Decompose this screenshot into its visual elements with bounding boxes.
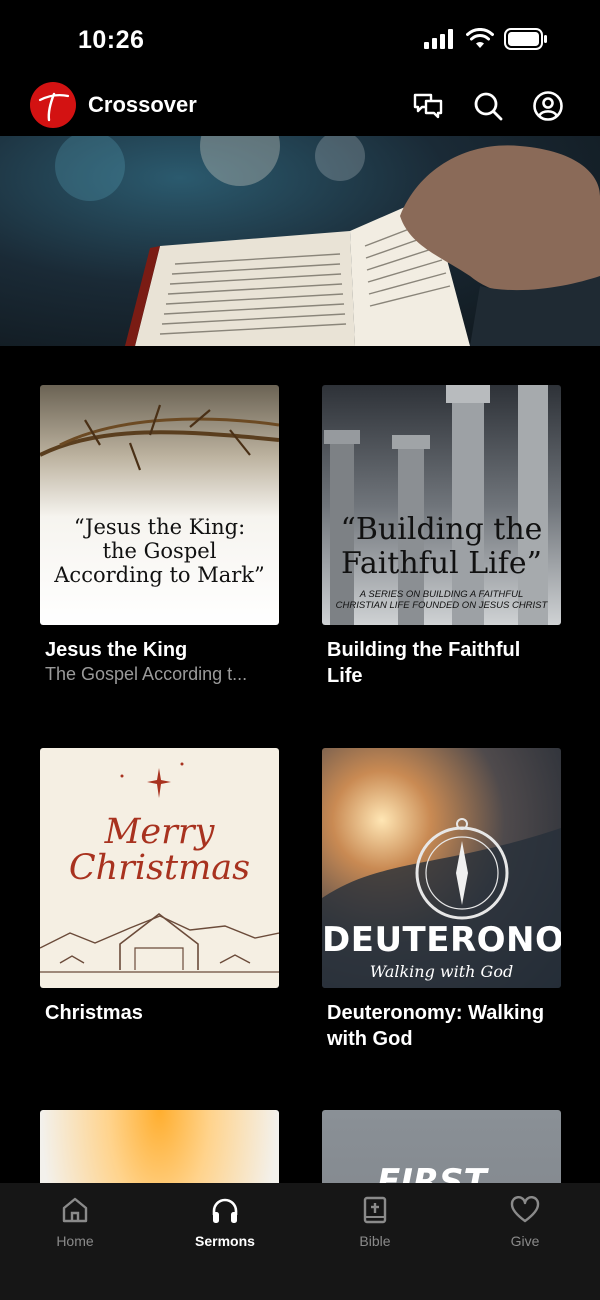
- sermon-title: Building the Faithful Life: [327, 639, 521, 687]
- tab-home[interactable]: Home: [20, 1195, 130, 1249]
- sermon-subtitle: The Gospel According t...: [45, 664, 248, 684]
- sermon-title: Jesus the King: [45, 639, 188, 661]
- artwork-caption: A SERIES ON BUILDING A FAITHFUL CHRISTIA…: [322, 589, 561, 611]
- sermon-title: Christmas: [45, 1002, 143, 1024]
- status-icons: [424, 28, 548, 50]
- artwork-line: According to Mark”: [54, 563, 265, 587]
- wifi-icon: [466, 28, 494, 48]
- artwork-text: Merry Christmas: [40, 814, 279, 886]
- artwork-line: “Jesus the King:: [73, 515, 246, 539]
- sermon-artwork: “Jesus the King: the Gospel According to…: [40, 385, 279, 625]
- sermon-artwork: Merry Christmas: [40, 748, 279, 988]
- sermon-artwork: “Building the Faithful Life” A SERIES ON…: [322, 385, 561, 625]
- status-bar: 10:26: [0, 0, 600, 78]
- artwork-line: “Building the: [340, 512, 543, 547]
- tab-bar: Home Sermons Bible Give: [0, 1183, 600, 1300]
- status-time: 10:26: [78, 26, 145, 54]
- tab-bible[interactable]: Bible: [320, 1195, 430, 1249]
- profile-icon: [533, 91, 563, 121]
- tab-label: Bible: [359, 1233, 391, 1249]
- open-bible-image: [55, 136, 600, 346]
- app-title: Crossover: [88, 92, 197, 117]
- cellular-signal-icon: [424, 29, 453, 49]
- artwork-caption-line: A SERIES ON BUILDING A FAITHFUL: [359, 589, 524, 600]
- tab-sermons[interactable]: Sermons: [170, 1195, 280, 1249]
- artwork-text: “Building the Faithful Life”: [322, 513, 561, 581]
- heart-icon: [510, 1196, 540, 1223]
- app-header: Crossover: [0, 78, 600, 136]
- home-icon: [62, 1197, 88, 1223]
- header-actions: [412, 90, 564, 122]
- chat-button[interactable]: [412, 90, 444, 122]
- sermon-card[interactable]: DEUTERONOMY Walking with God Deuteronomy…: [322, 748, 561, 1052]
- crown-of-thorns-image: [40, 404, 279, 471]
- artwork-caption-line: CHRISTIAN LIFE FOUNDED ON JESUS CHRIST: [335, 600, 548, 611]
- tab-label: Give: [510, 1233, 540, 1249]
- tab-label: Sermons: [195, 1233, 255, 1249]
- tab-label: Home: [56, 1233, 94, 1249]
- artwork-script: Walking with God: [369, 962, 514, 981]
- headphones-icon: [212, 1198, 238, 1223]
- artwork-line: Christmas: [68, 848, 251, 888]
- search-icon: [474, 92, 503, 121]
- artwork-line: the Gospel: [102, 539, 217, 563]
- artwork-text: “Jesus the King: the Gospel According to…: [40, 515, 279, 587]
- sermon-title: Deuteronomy: Walking with God: [327, 1002, 545, 1050]
- profile-button[interactable]: [532, 90, 564, 122]
- artwork-text: DEUTERONOMY: [322, 920, 561, 960]
- sermon-card[interactable]: “Jesus the King: the Gospel According to…: [40, 385, 279, 685]
- sermon-card[interactable]: “Building the Faithful Life” A SERIES ON…: [322, 385, 561, 689]
- artwork-line: Faithful Life”: [341, 546, 542, 581]
- chat-icon: [413, 93, 443, 119]
- hero-banner: [0, 136, 600, 346]
- app-logo: [30, 82, 76, 128]
- artwork-line: Merry: [104, 812, 215, 852]
- sermon-card[interactable]: Merry Christmas Christmas: [40, 748, 279, 1026]
- battery-icon: [504, 28, 547, 50]
- bible-icon: [363, 1196, 387, 1224]
- sermon-artwork: DEUTERONOMY Walking with God: [322, 748, 561, 988]
- tab-give[interactable]: Give: [470, 1195, 580, 1249]
- search-button[interactable]: [472, 90, 504, 122]
- crossover-logo-icon: [38, 92, 70, 122]
